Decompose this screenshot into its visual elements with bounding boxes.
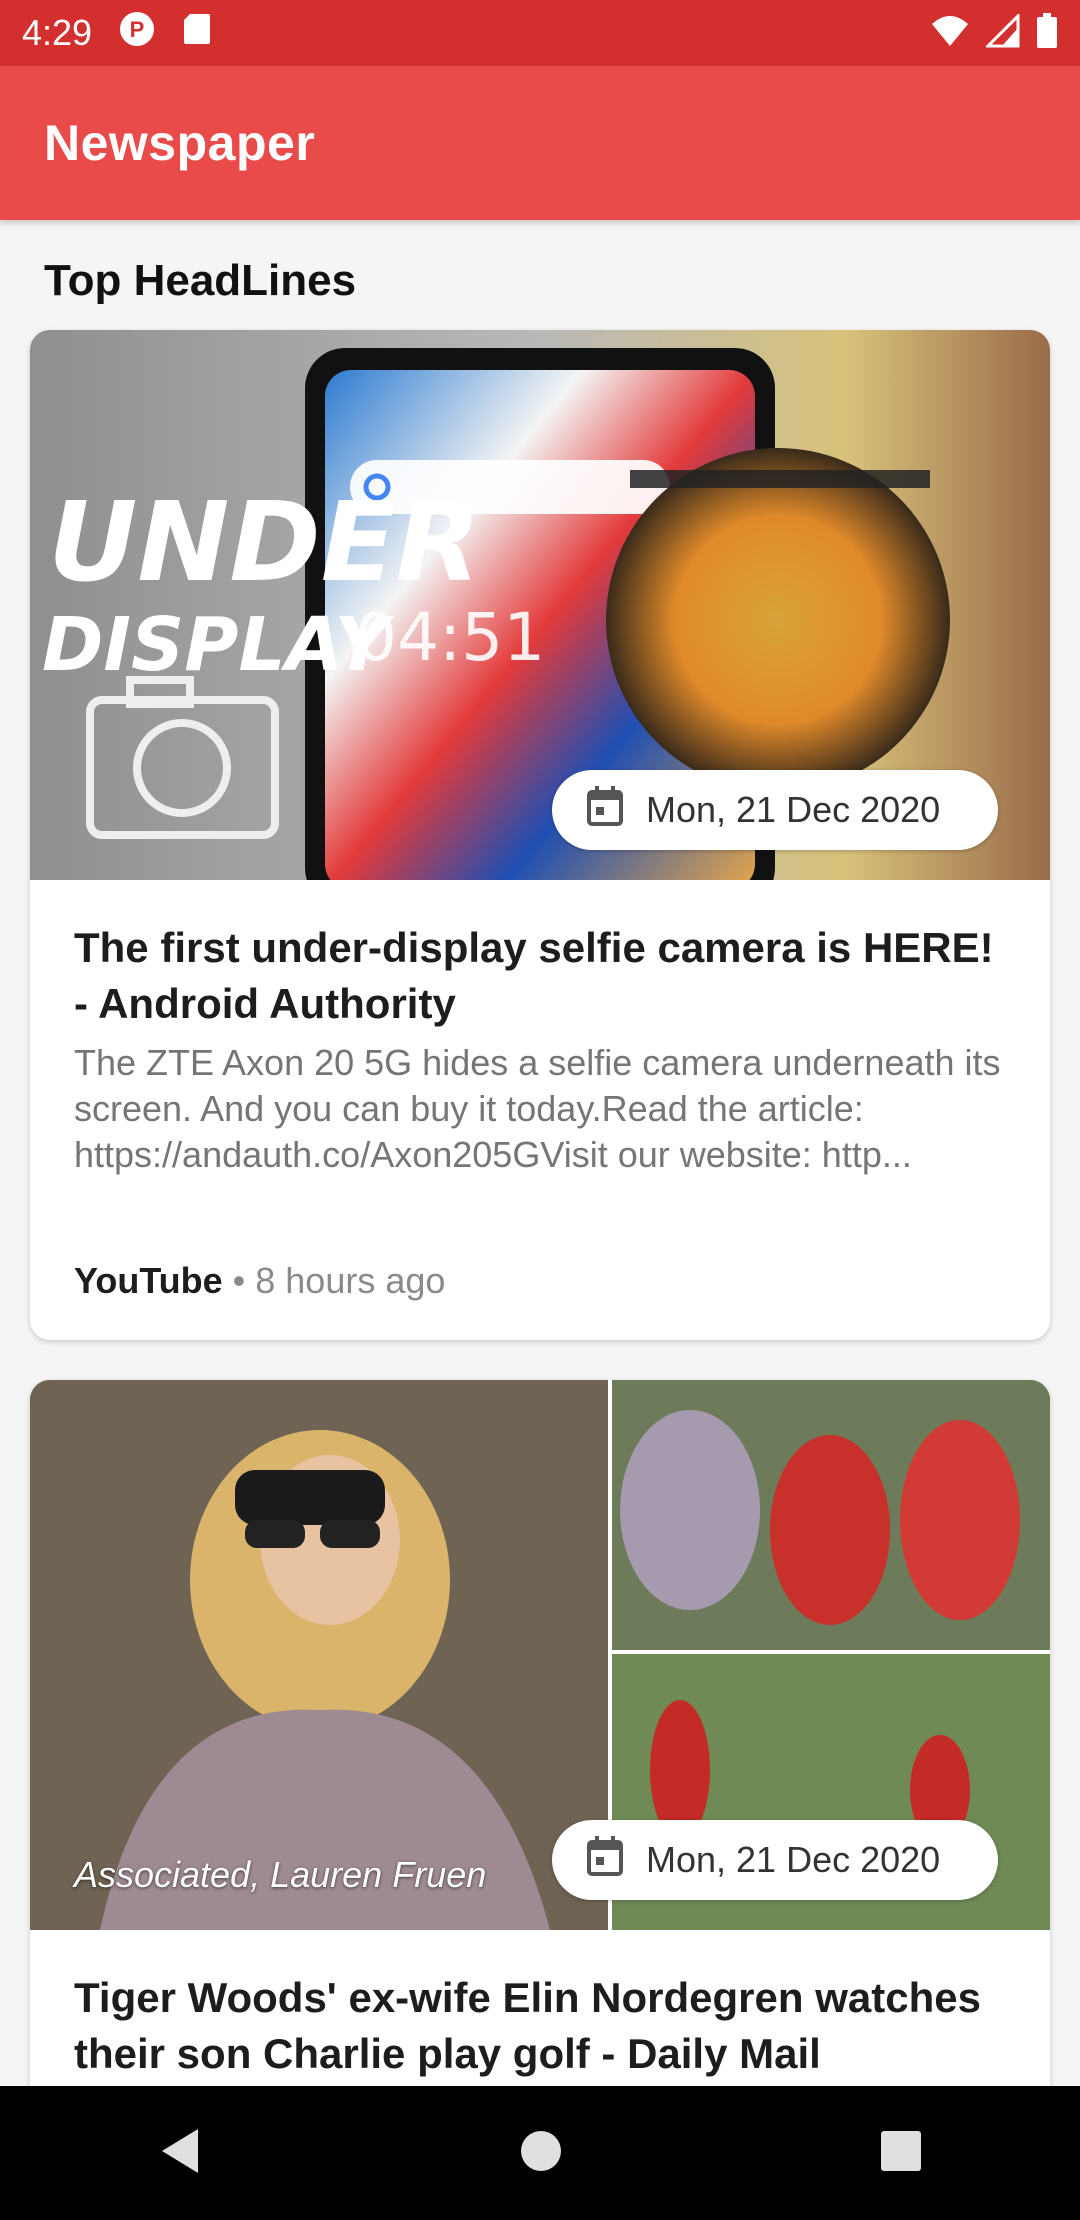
separator-dot: •: [232, 1260, 256, 1301]
article-date: Mon, 21 Dec 2020: [646, 789, 941, 830]
calendar-icon: [586, 1835, 624, 1886]
article-card[interactable]: Associated, Lauren Fruen Mon, 21 Dec 202…: [30, 1380, 1050, 2086]
svg-text:UNDER: UNDER: [48, 478, 481, 606]
date-badge: Mon, 21 Dec 2020: [552, 770, 998, 850]
wifi-icon: [930, 14, 970, 53]
p-notification-icon: P: [118, 10, 156, 57]
sd-card-icon: [182, 12, 212, 55]
status-bar: 4:29 P: [0, 0, 1080, 66]
home-icon[interactable]: [519, 2129, 563, 2178]
svg-text:DISPLAY: DISPLAY: [42, 602, 394, 688]
article-description: The ZTE Axon 20 5G hides a selfie camera…: [74, 1042, 1001, 1175]
battery-icon: [1036, 12, 1058, 54]
signal-icon: [984, 11, 1020, 53]
article-time-ago: 8 hours ago: [255, 1260, 446, 1301]
image-caption: Associated, Lauren Fruen: [74, 1854, 487, 1895]
article-title[interactable]: The first under-display selfie camera is…: [74, 920, 1014, 1032]
date-badge: Mon, 21 Dec 2020: [552, 1820, 998, 1900]
news-feed[interactable]: Top HeadLines 04:51 UNDER DISPLAY Mon, 2…: [0, 220, 1080, 2086]
app-title: Newspaper: [44, 115, 316, 171]
section-title: Top HeadLines: [44, 256, 357, 305]
article-source: YouTube: [74, 1260, 223, 1301]
status-time: 4:29: [22, 12, 93, 53]
article-date: Mon, 21 Dec 2020: [646, 1839, 941, 1880]
article-meta: YouTube • 8 hours ago: [74, 1260, 445, 1302]
svg-text:P: P: [130, 17, 145, 42]
article-title[interactable]: Tiger Woods' ex-wife Elin Nordegren watc…: [74, 1970, 1014, 2082]
recents-icon[interactable]: [880, 2130, 922, 2177]
app-bar: Newspaper: [0, 66, 1080, 220]
navigation-bar: [0, 2086, 1080, 2220]
back-icon[interactable]: [158, 2127, 202, 2180]
article-card[interactable]: 04:51 UNDER DISPLAY Mon, 21 Dec 2020 The…: [30, 330, 1050, 1340]
calendar-icon: [586, 785, 624, 836]
